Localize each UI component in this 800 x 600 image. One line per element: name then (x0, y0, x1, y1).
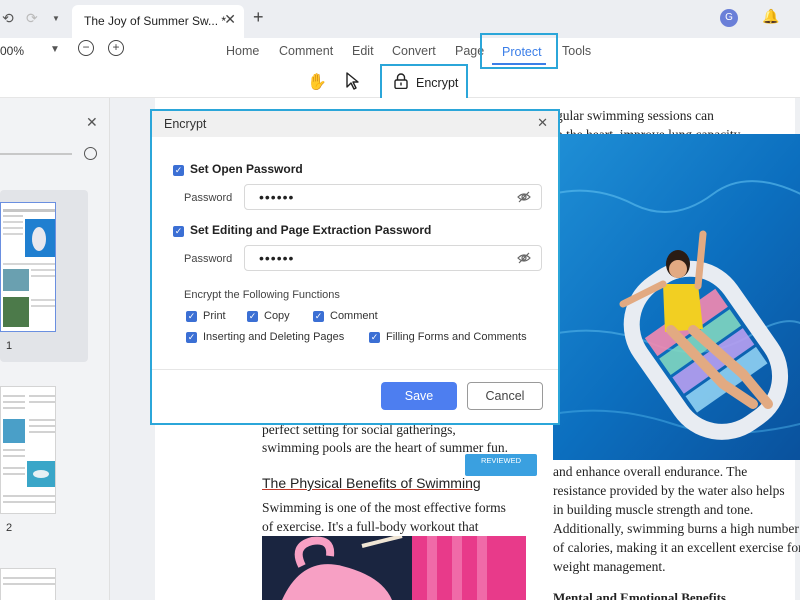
insert-delete-pages-checkbox[interactable]: ✓ (186, 332, 197, 343)
lock-icon (394, 73, 408, 89)
open-password-checkbox[interactable]: ✓ (173, 165, 184, 176)
encrypt-label: Encrypt (416, 76, 459, 90)
menu-comment[interactable]: Comment (279, 44, 333, 58)
dialog-header: Encrypt ✕ (152, 111, 558, 137)
fill-forms-label: Filling Forms and Comments (386, 331, 527, 343)
fill-forms-checkbox[interactable]: ✓ (369, 332, 380, 343)
doc-text-right-3: in building muscle strength and tone. (553, 502, 754, 517)
redo-icon[interactable]: ⟳ (26, 10, 38, 27)
document-tab[interactable]: The Joy of Summer Sw... * ✕ (72, 5, 244, 38)
thumbnail-size-slider[interactable] (0, 153, 72, 155)
close-dialog-icon[interactable]: ✕ (537, 115, 548, 131)
open-password-input[interactable]: •••••• (244, 184, 542, 210)
pool-photo (553, 134, 800, 460)
page-number-1: 1 (6, 340, 13, 352)
zoom-out-icon[interactable]: − (78, 40, 94, 56)
edit-password-field-label: Password (184, 253, 233, 265)
menu-edit[interactable]: Edit (352, 44, 374, 58)
pointer-icon[interactable] (345, 72, 361, 95)
copy-checkbox[interactable]: ✓ (247, 311, 258, 322)
hide-password-icon[interactable] (517, 251, 531, 265)
doc-heading-partial: Mental and Emotional Benefits (553, 590, 726, 600)
comment-checkbox[interactable]: ✓ (313, 311, 324, 322)
page-number-2: 2 (6, 522, 13, 534)
flamingo-photo (262, 536, 526, 600)
avatar[interactable]: G (720, 9, 738, 27)
print-checkbox[interactable]: ✓ (186, 311, 197, 322)
doc-text-left-3: Swimming is one of the most effective fo… (262, 500, 506, 515)
doc-text-left-4: of exercise. It's a full-body workout th… (262, 519, 479, 534)
page-thumbnail-3[interactable] (0, 568, 56, 600)
doc-text-right-top-1: egular swimming sessions can (550, 108, 714, 123)
thumbnail-panel: ✕ 1 2 (0, 98, 110, 600)
close-panel-icon[interactable]: ✕ (86, 114, 98, 131)
page-thumbnail-2[interactable] (0, 386, 56, 514)
undo-icon[interactable]: ⟲ (2, 10, 14, 27)
encrypt-button[interactable]: Encrypt (380, 64, 468, 100)
encrypt-functions-label: Encrypt the Following Functions (184, 289, 340, 301)
zoom-in-icon[interactable]: + (108, 40, 124, 56)
edit-password-value: •••••• (259, 250, 295, 266)
edit-password-input[interactable]: •••••• (244, 245, 542, 271)
bell-icon[interactable]: 🔔 (762, 8, 779, 25)
menu-tools[interactable]: Tools (562, 44, 591, 58)
zoom-dropdown-icon[interactable]: ▼ (50, 44, 60, 55)
title-bar: ⟲ ⟳ ▼ The Joy of Summer Sw... * ✕ + G 🔔 (0, 0, 800, 38)
hide-password-icon[interactable] (517, 190, 531, 204)
cancel-button[interactable]: Cancel (467, 382, 543, 410)
doc-text-right-2: resistance provided by the water also he… (553, 483, 785, 498)
menu-protect-highlight[interactable]: Protect (480, 33, 558, 69)
menu-home[interactable]: Home (226, 44, 259, 58)
page-thumbnail-1[interactable] (0, 202, 56, 332)
reviewed-stamp[interactable]: REVIEWED (465, 454, 537, 476)
dialog-title: Encrypt (164, 117, 207, 131)
open-password-field-label: Password (184, 192, 233, 204)
doc-text-right-6: weight management. (553, 559, 666, 574)
save-button[interactable]: Save (381, 382, 457, 410)
thumbnail-zoom-icon[interactable] (84, 147, 97, 160)
edit-password-checkbox[interactable]: ✓ (173, 226, 184, 237)
open-password-value: •••••• (259, 189, 295, 205)
insert-delete-pages-label: Inserting and Deleting Pages (203, 331, 345, 343)
hand-icon[interactable]: ✋ (307, 72, 327, 92)
print-label: Print (203, 310, 226, 322)
doc-text-right-5: of calories, making it an excellent exer… (553, 540, 800, 555)
dropdown-icon[interactable]: ▼ (52, 14, 60, 23)
encrypt-dialog: Encrypt ✕ ✓ Set Open Password Password •… (150, 109, 560, 425)
active-tab-indicator (492, 63, 546, 65)
doc-text-right-1: and enhance overall endurance. The (553, 464, 748, 479)
open-password-label: Set Open Password (190, 162, 303, 176)
edit-password-label: Set Editing and Page Extraction Password (190, 223, 432, 237)
doc-text-right-4: Additionally, swimming burns a high numb… (553, 521, 799, 536)
add-tab-icon[interactable]: + (253, 7, 264, 28)
menu-bar: 00% ▼ − + Home Comment Edit Convert Page… (0, 33, 800, 100)
dialog-divider (152, 369, 558, 370)
zoom-level[interactable]: 00% (0, 44, 24, 58)
comment-label: Comment (330, 310, 378, 322)
tab-title: The Joy of Summer Sw... * (84, 14, 227, 28)
copy-label: Copy (264, 310, 290, 322)
close-tab-icon[interactable]: ✕ (224, 11, 236, 28)
section-heading: The Physical Benefits of Swimming (262, 475, 481, 491)
menu-convert[interactable]: Convert (392, 44, 436, 58)
menu-protect[interactable]: Protect (502, 45, 542, 59)
stamp-label: REVIEWED (480, 456, 521, 465)
